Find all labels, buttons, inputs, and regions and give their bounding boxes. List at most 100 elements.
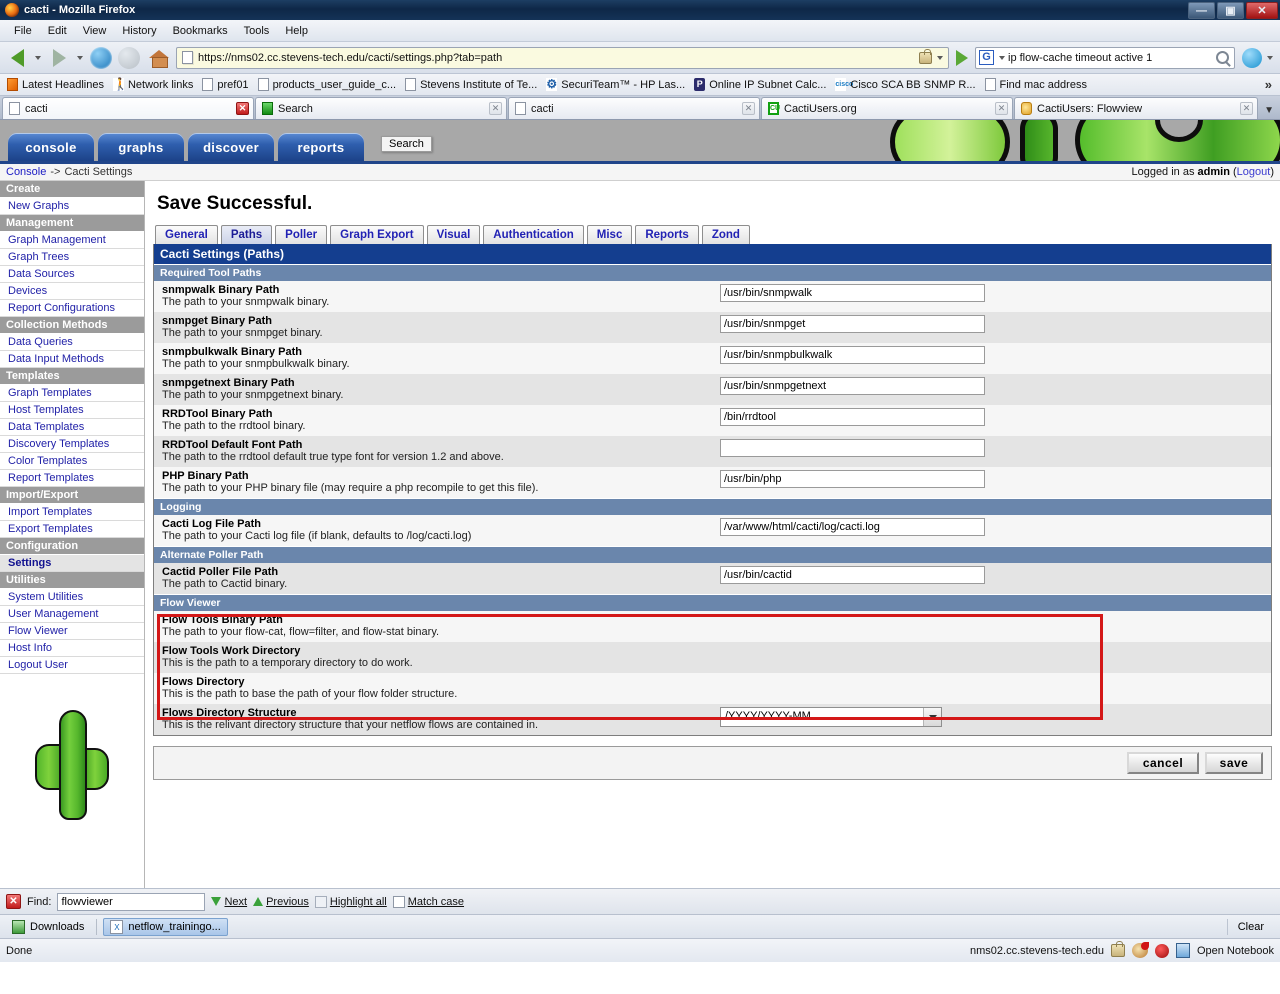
close-icon[interactable]: ✕ [489, 102, 502, 115]
menu-help[interactable]: Help [277, 23, 316, 39]
close-icon[interactable]: ✕ [995, 102, 1008, 115]
clear-downloads-button[interactable]: Clear [1226, 918, 1274, 935]
breadcrumb-console-link[interactable]: Console [6, 166, 46, 178]
google-search-engine-icon[interactable]: G [979, 50, 994, 65]
flows-directory-structure-select[interactable]: /YYYY/YYYY-MM [720, 707, 942, 727]
tab-general[interactable]: General [155, 225, 218, 244]
maximize-button[interactable]: ▣ [1217, 2, 1244, 19]
cacti-tab-discover[interactable]: discover [188, 133, 274, 161]
reload-icon[interactable] [90, 46, 112, 69]
sidebar-item-color-templates[interactable]: Color Templates [0, 453, 144, 470]
minimize-button[interactable]: — [1188, 2, 1215, 19]
search-engine-chevron-down-icon[interactable] [999, 55, 1005, 60]
snmpwalk-binary-path-input[interactable] [720, 284, 985, 302]
sidebar-item-discovery-templates[interactable]: Discovery Templates [0, 436, 144, 453]
browser-tab-cacti-2[interactable]: cacti ✕ [508, 97, 760, 119]
bookmark-products-user-guide[interactable]: products_user_guide_c... [255, 77, 403, 92]
stop-icon[interactable] [118, 46, 140, 69]
search-icon[interactable] [1216, 51, 1229, 64]
bookmark-latest-headlines[interactable]: Latest Headlines [4, 77, 110, 92]
rrdtool-binary-path-input[interactable] [720, 408, 985, 426]
save-button[interactable]: save [1205, 752, 1263, 774]
close-icon[interactable]: ✕ [236, 102, 249, 115]
cacti-tab-reports[interactable]: reports [278, 133, 364, 161]
urlbar-chevron-down-icon[interactable] [937, 55, 943, 60]
menu-bookmarks[interactable]: Bookmarks [165, 23, 236, 39]
tab-zond[interactable]: Zond [701, 225, 750, 244]
find-next-button[interactable]: Next [211, 896, 247, 908]
cacti-tab-graphs[interactable]: graphs [98, 133, 184, 161]
bug-icon[interactable] [1154, 943, 1169, 958]
sidebar-item-export-templates[interactable]: Export Templates [0, 521, 144, 538]
sidebar-item-system-utilities[interactable]: System Utilities [0, 589, 144, 606]
sidebar-item-report-configurations[interactable]: Report Configurations [0, 300, 144, 317]
sidebar-item-settings[interactable]: Settings [0, 555, 144, 572]
sidebar-item-devices[interactable]: Devices [0, 283, 144, 300]
bookmarks-overflow-icon[interactable]: » [1265, 77, 1276, 92]
downloads-button[interactable]: Downloads [6, 919, 90, 935]
forward-history-chevron-down-icon[interactable] [77, 55, 83, 60]
snmpbulkwalk-binary-path-input[interactable] [720, 346, 985, 364]
cactid-poller-file-path-input[interactable] [720, 566, 985, 584]
close-button[interactable]: ✕ [1246, 2, 1278, 19]
rrdtool-default-font-path-input[interactable] [720, 439, 985, 457]
home-icon[interactable] [148, 48, 170, 68]
tab-graph-export[interactable]: Graph Export [330, 225, 424, 244]
open-notebook-label[interactable]: Open Notebook [1197, 945, 1274, 957]
sidebar-item-data-queries[interactable]: Data Queries [0, 334, 144, 351]
sidebar-item-report-templates[interactable]: Report Templates [0, 470, 144, 487]
sidebar-item-new-graphs[interactable]: New Graphs [0, 198, 144, 215]
tab-authentication[interactable]: Authentication [483, 225, 584, 244]
browser-tab-cacti-1[interactable]: cacti ✕ [2, 97, 254, 119]
bookmark-pref01[interactable]: pref01 [199, 77, 254, 92]
snmpget-binary-path-input[interactable] [720, 315, 985, 333]
forward-arrow-icon[interactable] [46, 45, 72, 71]
menu-tools[interactable]: Tools [236, 23, 278, 39]
menu-view[interactable]: View [75, 23, 115, 39]
sidebar-item-graph-trees[interactable]: Graph Trees [0, 249, 144, 266]
torch-icon[interactable] [1131, 942, 1149, 958]
browser-tab-cactiusers-org[interactable]: CU CactiUsers.org ✕ [761, 97, 1013, 119]
close-findbar-icon[interactable]: ✕ [6, 894, 21, 909]
find-previous-button[interactable]: Previous [253, 896, 309, 908]
go-icon[interactable] [956, 49, 968, 66]
bookmark-cisco-sca[interactable]: cisco Cisco SCA BB SNMP R... [832, 77, 981, 92]
sidebar-item-graph-management[interactable]: Graph Management [0, 232, 144, 249]
tab-visual[interactable]: Visual [426, 225, 481, 244]
menu-file[interactable]: File [6, 23, 40, 39]
bookmark-securiteam[interactable]: ⚙ SecuriTeam™ - HP Las... [543, 77, 691, 92]
menu-edit[interactable]: Edit [40, 23, 75, 39]
bookmark-network-links[interactable]: 🚶 Network links [110, 77, 199, 92]
sidebar-item-host-info[interactable]: Host Info [0, 640, 144, 657]
search-bar[interactable]: G ip flow-cache timeout active 1 [975, 46, 1235, 69]
cancel-button[interactable]: cancel [1127, 752, 1199, 774]
cacti-tab-console[interactable]: console [8, 133, 94, 161]
browser-tab-cactiusers-flowview[interactable]: CactiUsers: Flowview ✕ [1014, 97, 1258, 119]
download-item[interactable]: X netflow_trainingo... [103, 917, 228, 936]
sidebar-item-data-input-methods[interactable]: Data Input Methods [0, 351, 144, 368]
tab-misc[interactable]: Misc [586, 225, 633, 244]
match-case-checkbox[interactable]: Match case [392, 895, 464, 908]
notebook-icon[interactable] [1175, 943, 1190, 958]
browser-tab-search[interactable]: Search ✕ [255, 97, 507, 119]
sidebar-item-host-templates[interactable]: Host Templates [0, 402, 144, 419]
address-bar[interactable]: https://nms02.cc.stevens-tech.edu/cacti/… [176, 46, 949, 69]
snmpgetnext-binary-path-input[interactable] [720, 377, 985, 395]
toolbar-overflow-chevron-down-icon[interactable] [1267, 55, 1273, 60]
close-icon[interactable]: ✕ [742, 102, 755, 115]
logout-link[interactable]: Logout [1237, 166, 1271, 178]
sidebar-item-user-management[interactable]: User Management [0, 606, 144, 623]
tab-reports[interactable]: Reports [635, 225, 699, 244]
bookmark-ip-subnet-calc[interactable]: P Online IP Subnet Calc... [691, 77, 832, 92]
cacti-log-file-path-input[interactable] [720, 518, 985, 536]
bookmark-stevens-institute[interactable]: Stevens Institute of Te... [402, 77, 543, 92]
tab-paths[interactable]: Paths [220, 225, 273, 244]
sidebar-item-data-templates[interactable]: Data Templates [0, 419, 144, 436]
tab-poller[interactable]: Poller [275, 225, 328, 244]
back-history-chevron-down-icon[interactable] [35, 55, 41, 60]
chevron-down-icon[interactable] [923, 708, 941, 726]
bookmark-find-mac-address[interactable]: Find mac address [982, 77, 1093, 92]
find-input[interactable] [57, 892, 206, 911]
sidebar-item-flow-viewer[interactable]: Flow Viewer [0, 623, 144, 640]
menu-history[interactable]: History [114, 23, 164, 39]
